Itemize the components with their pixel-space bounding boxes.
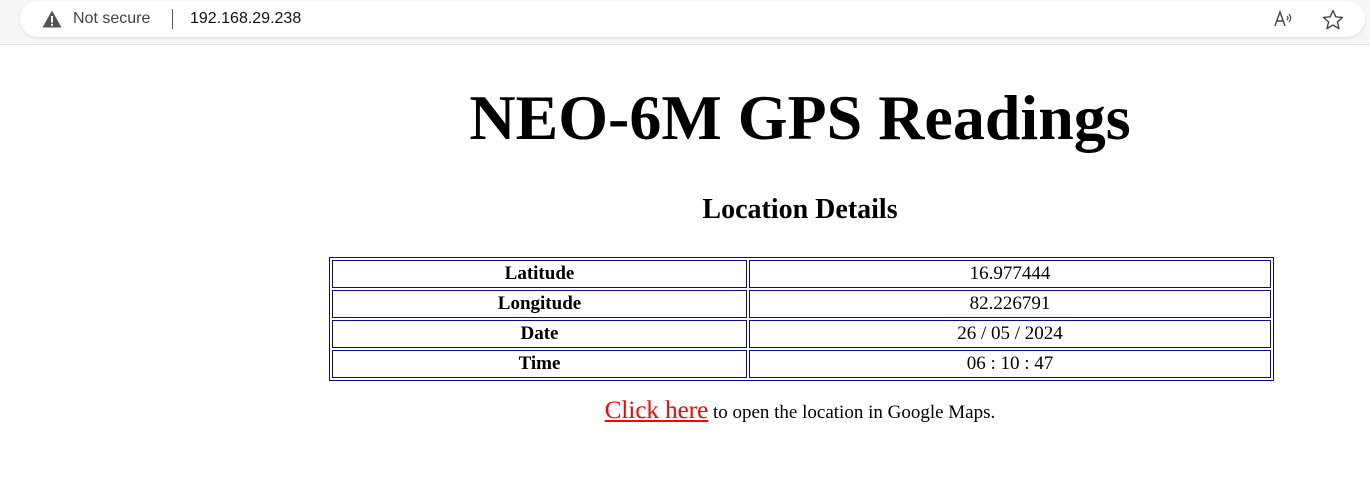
latitude-label: Latitude [332, 260, 747, 288]
date-label: Date [332, 320, 747, 348]
longitude-value: 82.226791 [749, 290, 1271, 318]
browser-toolbar: Not secure 192.168.29.238 [0, 0, 1370, 45]
table-row: Latitude 16.977444 [332, 260, 1271, 288]
time-label: Time [332, 350, 747, 378]
location-details-table: Latitude 16.977444 Longitude 82.226791 D… [329, 257, 1274, 381]
latitude-value: 16.977444 [749, 260, 1271, 288]
google-maps-link[interactable]: Click here [605, 397, 708, 424]
google-maps-description: to open the location in Google Maps. [708, 402, 996, 423]
table-row: Longitude 82.226791 [332, 290, 1271, 318]
longitude-label: Longitude [332, 290, 747, 318]
page-content: NEO-6M GPS Readings Location Details Lat… [0, 44, 1370, 493]
section-heading: Location Details [702, 194, 898, 225]
warning-icon[interactable] [42, 10, 62, 28]
time-value: 06 : 10 : 47 [749, 350, 1271, 378]
table-row: Date 26 / 05 / 2024 [332, 320, 1271, 348]
security-status-label[interactable]: Not secure [73, 10, 150, 28]
read-aloud-icon[interactable] [1273, 9, 1295, 29]
google-maps-line: Click here to open the location in Googl… [300, 397, 1300, 425]
page-title: NEO-6M GPS Readings [469, 82, 1131, 153]
date-value: 26 / 05 / 2024 [749, 320, 1271, 348]
address-separator [172, 9, 173, 29]
address-bar[interactable]: Not secure 192.168.29.238 [20, 1, 1365, 37]
url-text[interactable]: 192.168.29.238 [190, 10, 301, 28]
favorite-star-icon[interactable] [1322, 9, 1344, 31]
table-row: Time 06 : 10 : 47 [332, 350, 1271, 378]
